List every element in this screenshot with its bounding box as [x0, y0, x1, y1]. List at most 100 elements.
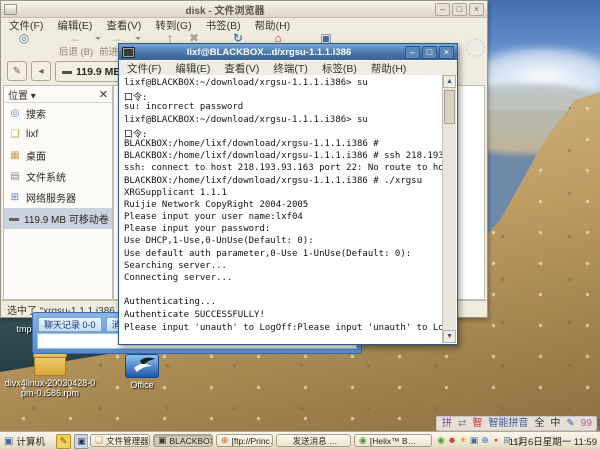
- menu-item[interactable]: 帮助(H): [255, 18, 291, 33]
- scroll-up-icon[interactable]: ▲: [443, 75, 456, 88]
- sidebar-item[interactable]: ▦ 桌面: [4, 145, 112, 166]
- web-globe-icon[interactable]: ⊕: [480, 434, 490, 447]
- quick-launch-notes-icon[interactable]: ✎: [56, 434, 71, 449]
- taskbar-button-label: BLACKBOX: [170, 436, 213, 446]
- terminal-line: lixf@BLACKBOX:~/download/xrgsu-1.1.1.i38…: [124, 78, 443, 90]
- path-back-arrow-button[interactable]: ◂: [31, 61, 51, 81]
- menu-item[interactable]: 标签(B): [322, 61, 357, 76]
- ime-toggle-icon[interactable]: 智: [472, 417, 482, 430]
- terminal-line: XRGSupplicant 1.1.1: [124, 188, 443, 200]
- terminal-line: ssh: connect to host 218.193.93.163 port…: [124, 163, 443, 175]
- ime-toggle-icon[interactable]: ✎: [566, 417, 574, 430]
- terminal-menubar: 文件(F) 编辑(E) 查看(V) 终端(T) 标签(B) 帮助(H): [119, 61, 457, 76]
- scrollbar-thumb[interactable]: [444, 90, 455, 124]
- sidebar-item[interactable]: ▬ 119.9 MB 可移动卷: [4, 208, 112, 229]
- terminal-line: Authenticate SUCCESSFULLY!: [124, 310, 443, 322]
- file-manager-titlebar[interactable]: disk - 文件浏览器 – □ ×: [1, 1, 487, 18]
- close-button[interactable]: ×: [469, 3, 484, 16]
- ime-toggle-icon[interactable]: ⇄: [458, 417, 466, 430]
- taskbar-button-icon: ❑: [95, 435, 103, 446]
- taskbar-separator: [87, 434, 88, 447]
- edit-location-button[interactable]: ✎: [7, 61, 27, 81]
- terminal-line: Please input your user name:lxf04: [124, 212, 443, 224]
- terminal-scrollbar[interactable]: ▲ ▼: [442, 75, 456, 343]
- sidebar-item-label: lixf: [26, 129, 38, 140]
- taskbar-window-button[interactable]: ⊕ [ftp://Princ…: [216, 434, 273, 447]
- toolbar-button-icon: ◎: [19, 32, 29, 44]
- sidebar-close-icon[interactable]: ✕: [99, 88, 108, 101]
- computer-menu-button[interactable]: ▣ 计算机: [4, 434, 45, 448]
- menu-item[interactable]: 文件(F): [127, 61, 161, 76]
- close-button[interactable]: ×: [439, 46, 454, 59]
- desktop-icon-label: Office: [130, 380, 153, 390]
- taskbar-button-label: 文件管理器…: [106, 435, 150, 447]
- desktop-icon-label: divx4linux-20030428-0pm-0.i586.rpm: [4, 378, 96, 398]
- sidebar-item-label: 119.9 MB 可移动卷: [24, 211, 109, 226]
- terminal-line: BLACKBOX:/home/lixf/download/xrgsu-1.1.1…: [124, 176, 443, 188]
- menu-item[interactable]: 终端(T): [273, 61, 307, 76]
- sidebar-item[interactable]: ▤ 文件系统: [4, 166, 112, 187]
- sidebar-item-icon: ▤: [9, 171, 21, 182]
- maximize-button[interactable]: □: [422, 46, 437, 59]
- terminal-line: Use DHCP,1-Use,0-UnUse(Default: 0):: [124, 236, 443, 248]
- window-title: lixf@BLACKBOX...d/xrgsu-1.1.1.i386: [135, 47, 403, 58]
- updater-sun-icon[interactable]: ☀: [458, 434, 468, 447]
- terminal-line: Searching server...: [124, 261, 443, 273]
- menu-item[interactable]: 查看(V): [224, 61, 259, 76]
- toolbar-button[interactable]: ◎: [1, 32, 47, 44]
- maximize-button[interactable]: □: [452, 3, 467, 16]
- suse-gecko-icon[interactable]: ◉: [436, 434, 446, 447]
- taskbar-window-button[interactable]: 发送消息 …: [276, 434, 351, 447]
- file-manager-menubar: 文件(F)编辑(E)查看(V)转到(G)书签(B)帮助(H): [1, 18, 487, 32]
- terminal-window-icon: [122, 47, 135, 58]
- display-settings-icon[interactable]: ▣: [469, 434, 479, 447]
- taskbar-button-label: [ftp://Princ…: [232, 436, 273, 446]
- taskbar-window-button[interactable]: ❑ 文件管理器…: [90, 434, 150, 447]
- taskbar-button-label: [Helix™ B…: [370, 436, 416, 446]
- terminal-output[interactable]: lixf@BLACKBOX:~/download/xrgsu-1.1.1.i38…: [120, 75, 443, 343]
- menu-item[interactable]: 转到(G): [155, 18, 191, 33]
- minimize-button[interactable]: –: [405, 46, 420, 59]
- toolbar-button-label: 后退 (B): [59, 44, 93, 58]
- terminal-line: Please input your password:: [124, 224, 443, 236]
- sidebar-item-label: 桌面: [26, 148, 46, 163]
- taskbar-window-button[interactable]: ◉ [Helix™ B…: [354, 434, 432, 447]
- places-sidebar: 位置 ▾ ✕ ◎ 搜索 ❑ lixf ▦: [3, 85, 113, 300]
- minimize-button[interactable]: –: [435, 3, 450, 16]
- messenger-icon[interactable]: ☻: [447, 434, 457, 447]
- sidebar-item-icon: ▬: [9, 213, 19, 224]
- sidebar-item-icon: ⊞: [9, 192, 21, 203]
- terminal-window: lixf@BLACKBOX...d/xrgsu-1.1.1.i386 – □ ×…: [118, 43, 458, 345]
- sidebar-item[interactable]: ⊞ 网络服务器: [4, 187, 112, 208]
- ime-toggle-icon[interactable]: 99: [581, 417, 592, 430]
- desktop-icon-rpm-package[interactable]: divx4linux-20030428-0pm-0.i586.rpm: [4, 354, 96, 398]
- terminal-line: Ruijie Network CopyRight 2004-2005: [124, 200, 443, 212]
- klipper-icon[interactable]: ▪: [491, 434, 501, 447]
- terminal-line: Use default auth parameter,0-Use 1-UnUse…: [124, 249, 443, 261]
- menu-item[interactable]: 编辑(E): [175, 61, 210, 76]
- terminal-line: BLACKBOX:/home/lixf/download/xrgsu-1.1.1…: [124, 151, 443, 163]
- sidebar-item[interactable]: ◎ 搜索: [4, 103, 112, 124]
- scroll-down-icon[interactable]: ▼: [443, 330, 456, 343]
- ime-toggle-icon[interactable]: 中: [550, 417, 560, 430]
- taskbar-window-button[interactable]: ▣ BLACKBOX: [153, 434, 213, 447]
- terminal-line: BLACKBOX:/home/lixf/download/xrgsu-1.1.1…: [124, 139, 443, 151]
- ime-toggle-icon[interactable]: 智能拼音: [488, 417, 528, 430]
- ime-toggle-icon[interactable]: 拼: [442, 417, 452, 430]
- computer-menu-label: 计算机: [16, 434, 45, 448]
- drive-icon: ▬: [62, 66, 72, 77]
- menu-item[interactable]: 帮助(H): [371, 61, 407, 76]
- taskbar: ▣ 计算机 ✎ ▣ ❑ 文件管理器… ▣ BLACKBOX ⊕ [ftp://P: [0, 431, 600, 450]
- folder-window-icon: [4, 4, 17, 15]
- sidebar-item[interactable]: ❑ lixf: [4, 124, 112, 145]
- chat-history-button[interactable]: 聊天记录 0-0: [38, 317, 102, 332]
- taskbar-clock[interactable]: 11月6日星期一 11:59: [509, 434, 597, 448]
- sidebar-header: 位置 ▾ ✕: [4, 86, 112, 103]
- terminal-line: lixf@BLACKBOX:~/download/xrgsu-1.1.1.i38…: [124, 115, 443, 127]
- terminal-line: Connecting server...: [124, 273, 443, 285]
- ime-toggle-icon[interactable]: 全: [534, 417, 544, 430]
- terminal-line: [124, 285, 443, 297]
- sidebar-title[interactable]: 位置 ▾: [8, 87, 99, 102]
- terminal-titlebar[interactable]: lixf@BLACKBOX...d/xrgsu-1.1.1.i386 – □ ×: [119, 44, 457, 60]
- desktop-icon-openoffice[interactable]: Office: [110, 354, 174, 390]
